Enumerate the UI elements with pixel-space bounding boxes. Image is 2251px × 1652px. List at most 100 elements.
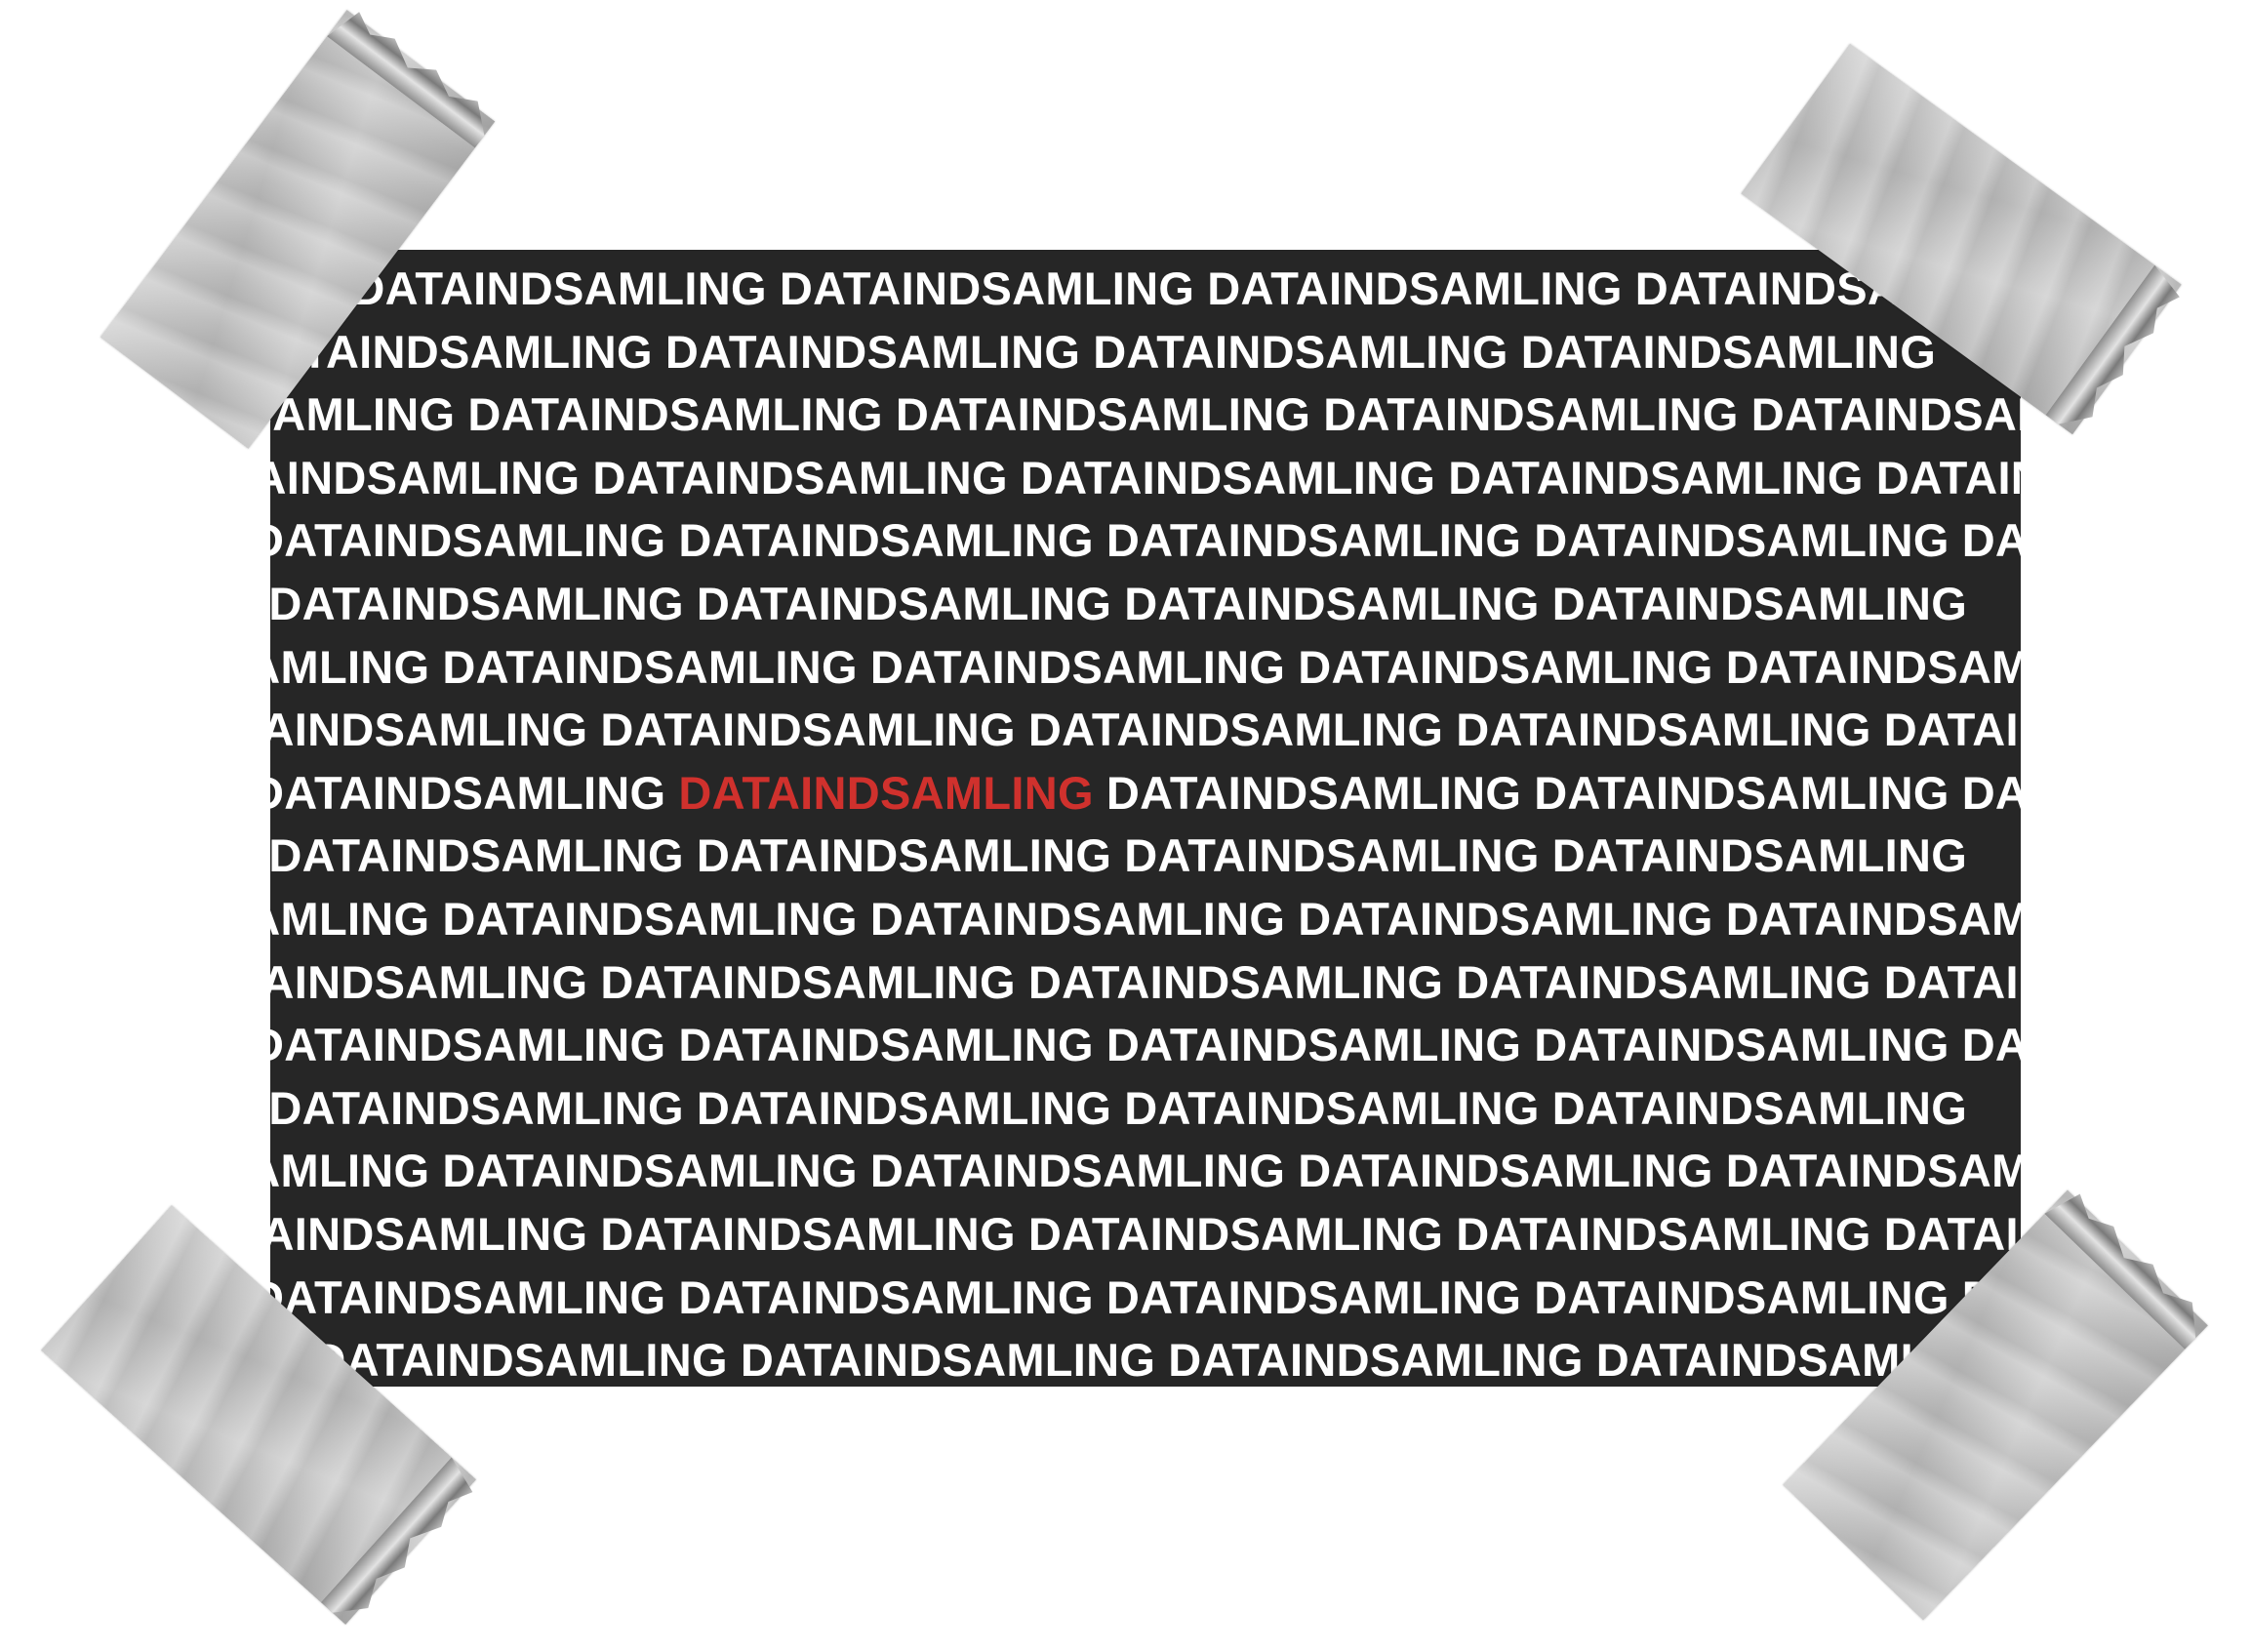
pattern-word: DATAINDSAMLING (270, 955, 588, 1008)
pattern-word: DATAINDSAMLING (1534, 766, 1950, 819)
pattern-word: DATAINDSAMLING (351, 262, 767, 314)
canvas: DATAINDSAMLING DATAINDSAMLING DATAINDSAMLI… (0, 0, 2251, 1652)
pattern-word: DATAINDSAMLING (1725, 1145, 2021, 1197)
pattern-row: DATAINDSAMLINGDATAINDSAMLINGDATAINDSAMLI… (270, 509, 2021, 573)
pattern-row: DATAINDSAMLINGDATAINDSAMLINGDATAINDSAMLI… (270, 573, 2021, 636)
pattern-word: DATAINDSAMLING (696, 577, 1112, 629)
pattern-word: DATAINDSAMLING (442, 640, 858, 693)
pattern-word: DATAINDSAMLING (1105, 1270, 1522, 1323)
pattern-word: DATAINDSAMLING (1725, 640, 2021, 693)
highlight-word: DATAINDSAMLING (678, 766, 1094, 819)
pattern-word: DATAINDSAMLING (1551, 577, 1968, 629)
pattern-word: DATAINDSAMLING (270, 1207, 588, 1260)
poster: DATAINDSAMLING DATAINDSAMLING DATAINDSAMLI… (270, 250, 2021, 1387)
pattern-word: DATAINDSAMLING (779, 262, 1195, 314)
pattern-word: DATAINDSAMLING (1520, 325, 1937, 378)
pattern-word: DATAINDSAMLING (1105, 514, 1522, 567)
pattern-word: DATAINDSAMLING (1875, 451, 2021, 504)
pattern-row: DATAINDSAMLINGDATAINDSAMLINGDATAINDSAMLI… (270, 888, 2021, 951)
pattern-row: DATAINDSAMLINGDATAINDSAMLINGDATAINDSAMLI… (270, 1077, 2021, 1141)
pattern-word: DATAINDSAMLING (1027, 1207, 1444, 1260)
pattern-word: DATAINDSAMLING (740, 1334, 1156, 1387)
pattern-word: DATAINDSAMLING (1456, 955, 1871, 1008)
pattern-word: DATAINDSAMLING (1323, 388, 1739, 441)
pattern-row: DATAINDSAMLINGDATAINDSAMLINGDATAINDSAMLI… (270, 447, 2021, 510)
pattern-word: DATAINDSAMLING (270, 1019, 666, 1071)
pattern-word: DATAINDSAMLING (1534, 1270, 1950, 1323)
pattern-word: DATAINDSAMLING (1298, 640, 1713, 693)
pattern-word: DATAINDSAMLING (696, 829, 1112, 882)
pattern-word: DATAINDSAMLING (270, 892, 430, 945)
pattern-word: DATAINDSAMLING (467, 388, 883, 441)
pattern-word: DATAINDSAMLING (869, 640, 1286, 693)
pattern-word: DATAINDSAMLING (1124, 1081, 1540, 1134)
pattern-word: DATAINDSAMLING (1883, 704, 2021, 756)
pattern-row: DATAINDSAMLINGDATAINDSAMLINGDATAINDSAMLI… (270, 1203, 2021, 1267)
pattern-word: DATAINDSAMLING (1027, 704, 1444, 756)
pattern-word: DATAINDSAMLING (1448, 451, 1864, 504)
pattern-row: DATAINDSAMLINGDATAINDSAMLINGDATAINDSAMLI… (270, 636, 2021, 700)
pattern-word: DATAINDSAMLING (1105, 1019, 1522, 1071)
pattern-row: DATAINDSAMLINGDATAINDSAMLINGDATAINDSAMLI… (270, 1329, 2021, 1387)
pattern-word: DATAINDSAMLING (270, 388, 456, 441)
pattern-word: DATAINDSAMLING (664, 325, 1081, 378)
pattern-word: DATAINDSAMLING (270, 829, 684, 882)
pattern-word: DATAINDSAMLING (600, 955, 1016, 1008)
pattern-word: DATAINDSAMLING (1750, 388, 2021, 441)
pattern-row: DATAINDSAMLINGDATAINDSAMLINGDATAINDSAMLI… (270, 1014, 2021, 1077)
text-pattern: DATAINDSAMLING DATAINDSAMLING DATAINDSAMLI… (270, 258, 2021, 1387)
pattern-row: DATAINDSAMLINGDATAINDSAMLINGDATAINDSAMLI… (270, 699, 2021, 762)
pattern-word: DATAINDSAMLING (1124, 829, 1540, 882)
pattern-word: DATAINDSAMLING (270, 704, 588, 756)
pattern-word: DATAINDSAMLING (1027, 955, 1444, 1008)
pattern-row: DATAINDSAMLINGDATAINDSAMLINGDATAINDSAMLI… (270, 825, 2021, 888)
pattern-word: DATAINDSAMLING (1883, 955, 2021, 1008)
pattern-word: DATAINDSAMLING (1961, 766, 2021, 819)
pattern-word: DATAINDSAMLING (1456, 704, 1871, 756)
pattern-word: DATAINDSAMLING (1456, 1207, 1871, 1260)
pattern-word: DATAINDSAMLING (442, 1145, 858, 1197)
pattern-row: DATAINDSAMLINGDATAINDSAMLINGDATAINDSAMLI… (270, 1140, 2021, 1203)
pattern-word: DATAINDSAMLING (1093, 325, 1508, 378)
pattern-word: DATAINDSAMLING (1883, 1207, 2021, 1260)
pattern-word: DATAINDSAMLING (270, 1145, 430, 1197)
pattern-word: DATAINDSAMLING (442, 892, 858, 945)
pattern-row: DATAINDSAMLINGDATAINDSAMLINGDATAINDSAMLI… (270, 951, 2021, 1015)
pattern-row: DATAINDSAMLINGDATAINDSAMLINGDATAINDSAMLI… (270, 258, 2021, 321)
pattern-row: DATAINDSAMLINGDATAINDSAMLINGDATAINDSAMLI… (270, 321, 2021, 384)
pattern-word: DATAINDSAMLING (696, 1081, 1112, 1134)
pattern-word: DATAINDSAMLING (1551, 829, 1968, 882)
pattern-word: DATAINDSAMLING (1124, 577, 1540, 629)
pattern-word: DATAINDSAMLING (270, 640, 430, 693)
pattern-word: DATAINDSAMLING (1020, 451, 1436, 504)
pattern-word: DATAINDSAMLING (1534, 514, 1950, 567)
pattern-word: DATAINDSAMLING (600, 704, 1016, 756)
pattern-word: DATAINDSAMLING (1961, 514, 2021, 567)
pattern-word: DATAINDSAMLING (270, 577, 684, 629)
pattern-word: DATAINDSAMLING (678, 514, 1094, 567)
pattern-row: DATAINDSAMLINGDATAINDSAMLINGDATAINDSAMLI… (270, 1267, 2021, 1330)
pattern-word: DATAINDSAMLING (869, 892, 1286, 945)
pattern-word: DATAINDSAMLING (600, 1207, 1016, 1260)
pattern-word: DATAINDSAMLING (869, 1145, 1286, 1197)
pattern-word: DATAINDSAMLING (1298, 892, 1713, 945)
pattern-word: DATAINDSAMLING (1207, 262, 1623, 314)
pattern-word: DATAINDSAMLING (1534, 1019, 1950, 1071)
pattern-word: DATAINDSAMLING (270, 766, 666, 819)
pattern-word: DATAINDSAMLING (1551, 1081, 1968, 1134)
pattern-word: DATAINDSAMLING (270, 451, 581, 504)
pattern-word: DATAINDSAMLING (1168, 1334, 1584, 1387)
pattern-word: DATAINDSAMLING (270, 1270, 666, 1323)
pattern-word: DATAINDSAMLING (592, 451, 1008, 504)
pattern-word: DATAINDSAMLING (678, 1270, 1094, 1323)
pattern-row: DATAINDSAMLINGDATAINDSAMLINGDATAINDSAMLI… (270, 762, 2021, 826)
pattern-word: DATAINDSAMLING (1725, 892, 2021, 945)
pattern-word: DATAINDSAMLING (270, 1081, 684, 1134)
pattern-word: DATAINDSAMLING (678, 1019, 1094, 1071)
pattern-word: DATAINDSAMLING (1105, 766, 1522, 819)
pattern-word: DATAINDSAMLING (312, 1334, 728, 1387)
pattern-word: DATAINDSAMLING (1961, 1019, 2021, 1071)
pattern-word: DATAINDSAMLING (270, 514, 666, 567)
pattern-word: DATAINDSAMLING (1298, 1145, 1713, 1197)
pattern-row: DATAINDSAMLINGDATAINDSAMLINGDATAINDSAMLI… (270, 383, 2021, 447)
